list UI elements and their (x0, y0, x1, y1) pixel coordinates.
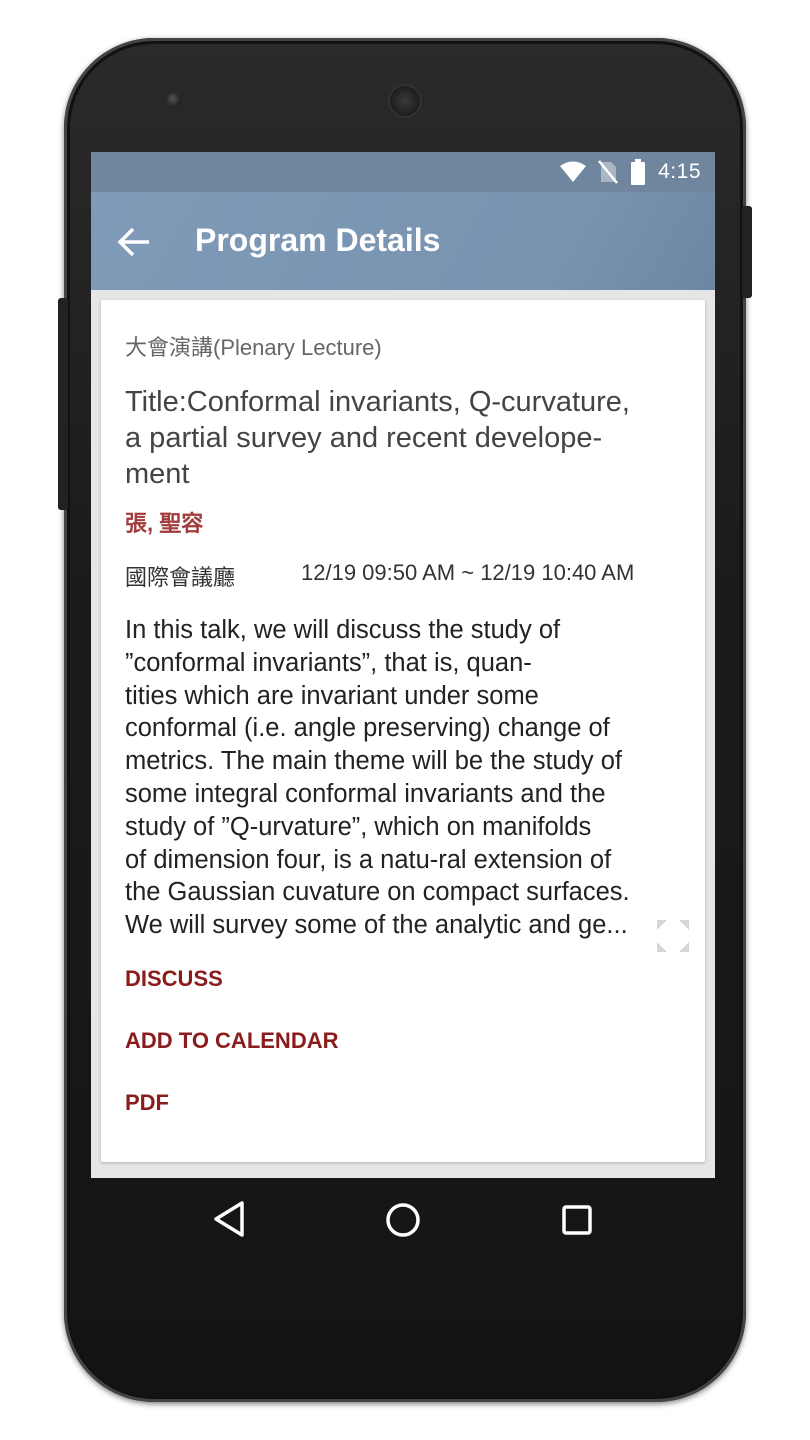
abstract-line: We will survey some of the analytic and … (125, 911, 628, 940)
abstract-line: tities which are invariant under some (125, 681, 539, 710)
program-title: Title:Conformal invariants, Q-curvature,… (125, 384, 685, 492)
volume-button (58, 298, 68, 510)
title-line: Title:Conformal invariants, Q-curvature, (125, 386, 630, 418)
abstract-line: conformal (i.e. angle preserving) change… (125, 714, 610, 743)
nav-home-button[interactable] (385, 1202, 421, 1243)
proximity-sensor (167, 93, 181, 107)
screen: 4:15 Program Details 大會演講(Plenary Lectur… (91, 152, 715, 1178)
wifi-icon (560, 161, 587, 182)
earpiece-speaker (388, 84, 422, 118)
expand-arrows-icon (657, 920, 689, 952)
program-card: 大會演講(Plenary Lecture) Title:Conformal in… (101, 300, 705, 1162)
page-title: Program Details (195, 222, 441, 258)
abstract: In this talk, we will discuss the study … (125, 614, 681, 942)
abstract-line: some integral conformal invariants and t… (125, 779, 606, 808)
pdf-button[interactable]: PDF (125, 1090, 169, 1116)
arrow-left-icon (117, 227, 149, 257)
status-bar: 4:15 (91, 152, 715, 192)
title-line: a partial survey and recent develope- (125, 422, 603, 454)
venue: 國際會議廳 (125, 565, 236, 590)
square-recents-icon (562, 1205, 592, 1235)
abstract-line: of dimension four, is a natu-ral extensi… (125, 845, 612, 874)
discuss-button[interactable]: DISCUSS (125, 966, 223, 992)
nav-back-button[interactable] (212, 1200, 246, 1243)
abstract-line: ”conformal invariants”, that is, quan- (125, 648, 532, 677)
speaker-name: 張, 聖容 (125, 511, 204, 536)
app-bar: Program Details (91, 192, 715, 290)
title-line: ment (125, 458, 190, 490)
abstract-line: In this talk, we will discuss the study … (125, 616, 561, 644)
circle-home-icon (386, 1203, 420, 1237)
add-to-calendar-button[interactable]: ADD TO CALENDAR (125, 1028, 338, 1054)
power-button (742, 206, 752, 298)
no-sim-icon (598, 160, 619, 184)
nav-recents-button[interactable] (561, 1204, 593, 1241)
triangle-back-icon (214, 1201, 244, 1237)
status-time: 4:15 (658, 160, 701, 183)
expand-icon[interactable] (653, 916, 693, 956)
abstract-line: the Gaussian cuvature on compact surface… (125, 878, 630, 907)
session-time: 12/19 09:50 AM ~ 12/19 10:40 AM (301, 560, 635, 585)
abstract-line: metrics. The main theme will be the stud… (125, 747, 622, 776)
abstract-line: study of ”Q-urvature”, which on manifold… (125, 812, 592, 841)
back-button[interactable] (117, 224, 157, 260)
battery-icon (631, 159, 646, 185)
program-category: 大會演講(Plenary Lecture) (125, 335, 382, 360)
